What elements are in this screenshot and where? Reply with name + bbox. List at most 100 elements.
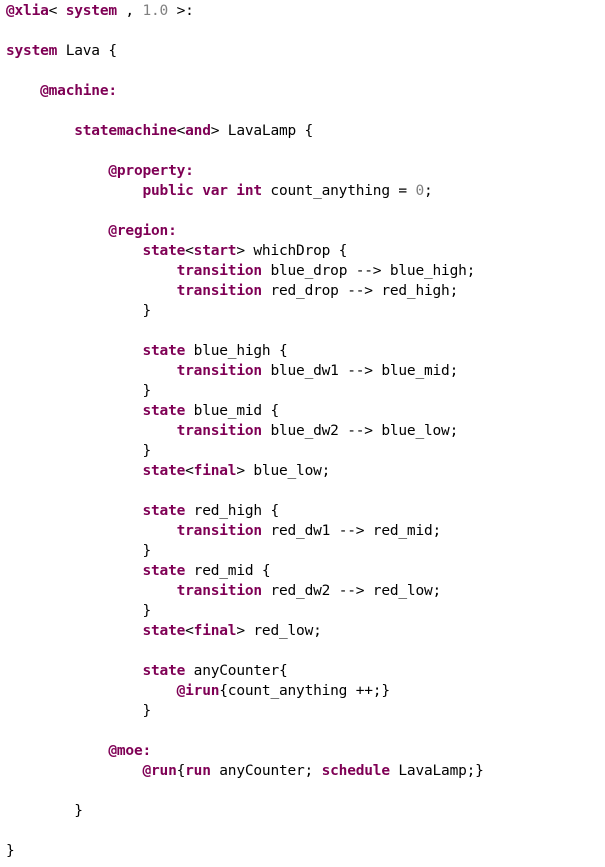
code-keyword: run xyxy=(185,763,211,779)
code-keyword: @irun xyxy=(176,683,220,699)
code-line: state<start> whichDrop { xyxy=(0,241,605,261)
code-line: } xyxy=(0,701,605,721)
code-line: } xyxy=(0,601,605,621)
code-keyword: statemachine xyxy=(74,123,177,139)
code-line: @run{run anyCounter; schedule LavaLamp;} xyxy=(0,761,605,781)
code-keyword: @region: xyxy=(108,223,177,239)
code-keyword: state xyxy=(142,463,186,479)
code-text: < xyxy=(185,623,194,639)
code-keyword: state xyxy=(142,663,186,679)
code-line: state blue_high { xyxy=(0,341,605,361)
code-line: system Lava { xyxy=(0,41,605,61)
code-line: } xyxy=(0,801,605,821)
code-line: state red_high { xyxy=(0,501,605,521)
code-text: < xyxy=(185,463,194,479)
code-keyword: state xyxy=(142,623,186,639)
code-line: @machine: xyxy=(0,81,605,101)
code-line: } xyxy=(0,301,605,321)
code-text: >: xyxy=(168,3,194,19)
code-line: state<final> red_low; xyxy=(0,621,605,641)
code-editor[interactable]: @xlia< system , 1.0 >: system Lava { @mac… xyxy=(0,0,605,867)
code-line: @region: xyxy=(0,221,605,241)
code-text: } xyxy=(74,803,83,819)
code-text: > blue_low; xyxy=(236,463,331,479)
code-line: public var int count_anything = 0; xyxy=(0,181,605,201)
code-text: } xyxy=(142,383,152,399)
code-text: } xyxy=(142,303,152,319)
code-number: 0 xyxy=(415,183,424,199)
code-text: red_mid { xyxy=(185,563,271,579)
code-text: red_high { xyxy=(185,503,280,519)
code-text: red_dw2 --> red_low; xyxy=(261,583,442,599)
code-line: transition blue_dw2 --> blue_low; xyxy=(0,421,605,441)
code-keyword: @xlia xyxy=(6,3,49,19)
code-text: red_drop --> red_high; xyxy=(261,283,459,299)
code-text: , xyxy=(116,3,143,19)
code-keyword: transition xyxy=(176,283,263,299)
code-line: @property: xyxy=(0,161,605,181)
code-keyword: final xyxy=(193,623,237,639)
code-text: blue_high { xyxy=(185,343,288,359)
code-line: state red_mid { xyxy=(0,561,605,581)
code-keyword: @moe: xyxy=(108,743,152,759)
code-text: {count_anything ++;} xyxy=(219,683,390,699)
code-line: transition blue_dw1 --> blue_mid; xyxy=(0,361,605,381)
code-keyword: @run xyxy=(142,763,177,779)
code-keyword: state xyxy=(142,403,186,419)
code-text: > whichDrop { xyxy=(236,243,348,259)
code-text: } xyxy=(6,843,15,859)
code-keyword: system xyxy=(6,43,58,59)
code-keyword: schedule xyxy=(321,763,390,779)
code-text: LavaLamp;} xyxy=(389,763,484,779)
code-line: transition red_drop --> red_high; xyxy=(0,281,605,301)
code-keyword: start xyxy=(193,243,237,259)
code-keyword: transition xyxy=(176,523,263,539)
code-keyword: transition xyxy=(176,423,263,439)
code-line: state anyCounter{ xyxy=(0,661,605,681)
code-text: } xyxy=(142,443,152,459)
code-text: anyCounter{ xyxy=(185,663,288,679)
code-keyword: public var int xyxy=(142,183,262,199)
code-text: > red_low; xyxy=(236,623,322,639)
code-line: @irun{count_anything ++;} xyxy=(0,681,605,701)
code-text: } xyxy=(142,703,152,719)
code-text: { xyxy=(176,763,186,779)
code-keyword: transition xyxy=(176,583,263,599)
code-line: transition blue_drop --> blue_high; xyxy=(0,261,605,281)
code-line: } xyxy=(0,841,605,861)
code-text: < xyxy=(176,123,186,139)
code-keyword: state xyxy=(142,563,186,579)
code-keyword: transition xyxy=(176,263,263,279)
code-text: Lava { xyxy=(57,43,117,59)
code-line: transition red_dw1 --> red_mid; xyxy=(0,521,605,541)
code-line: state blue_mid { xyxy=(0,401,605,421)
code-line: @xlia< system , 1.0 >: xyxy=(0,1,605,21)
